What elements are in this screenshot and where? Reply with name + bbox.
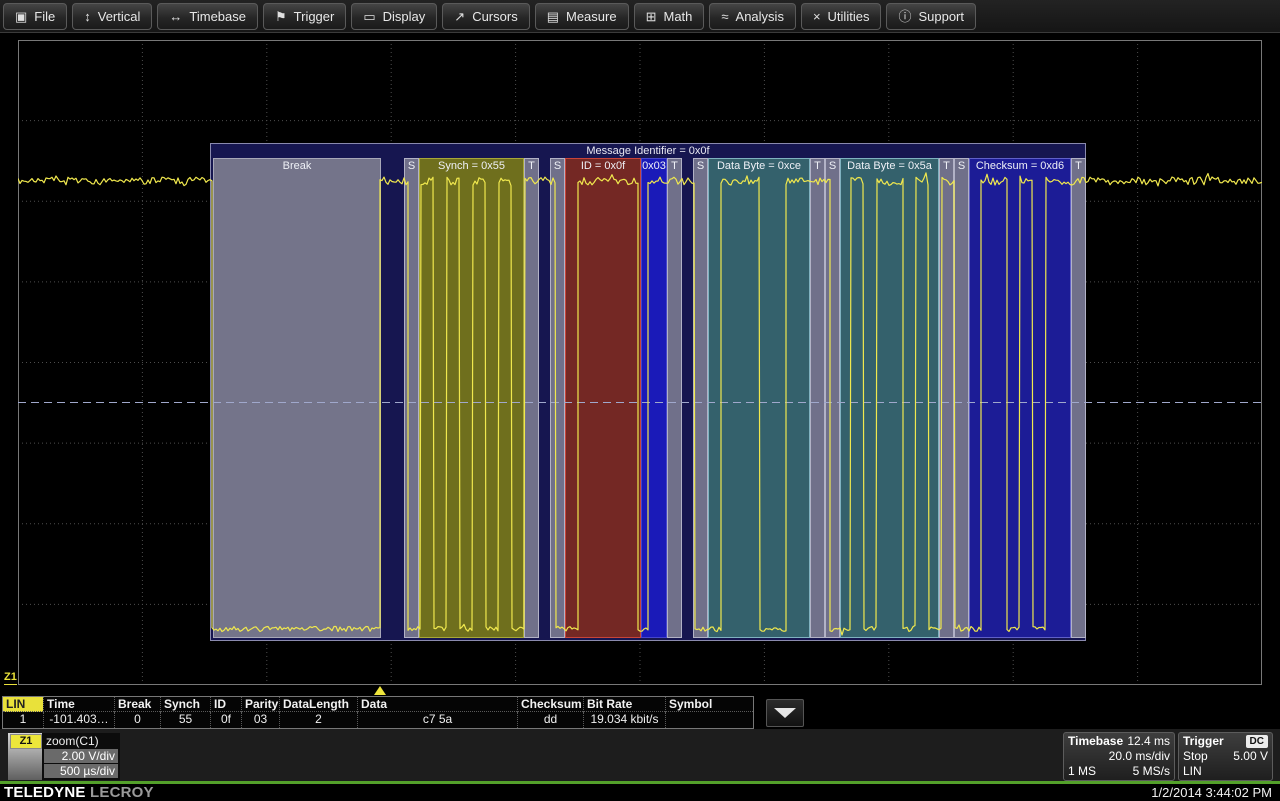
menu-label: Support — [918, 9, 964, 24]
menu-label: Display — [383, 9, 426, 24]
menu-button-measure[interactable]: ▤ Measure — [535, 3, 629, 30]
timebase-scale: 20.0 ms/div — [1109, 749, 1170, 764]
menu-label: Trigger — [294, 9, 335, 24]
menu-button-file[interactable]: ▣ File — [3, 3, 67, 30]
menu-button-timebase[interactable]: ↔ Timebase — [157, 3, 258, 30]
trigger-coupling-badge: DC — [1246, 735, 1268, 748]
chevron-down-icon — [774, 708, 796, 718]
timebase-samples: 1 MS — [1068, 764, 1096, 779]
menu-button-cursors[interactable]: ↗ Cursors — [442, 3, 529, 30]
table-cell-bit-rate[interactable]: 19.034 kbit/s — [583, 712, 665, 728]
footer-bar: TELEDYNE LECROY 1/2/2014 3:44:02 PM — [0, 784, 1280, 800]
z1-trace-label: Z1 — [4, 671, 17, 685]
table-header-break: Break — [114, 697, 160, 712]
menu-label: Cursors — [472, 9, 518, 24]
table-cell-synch[interactable]: 55 — [160, 712, 210, 728]
analysis-icon: ≈ — [721, 10, 728, 23]
table-cell-id[interactable]: 0f — [210, 712, 241, 728]
waveform-plot-area: Message Identifier = 0x0f BreakSSynch = … — [0, 34, 1280, 694]
timebase-title: Timebase — [1068, 734, 1123, 749]
table-cell-parity[interactable]: 03 — [241, 712, 279, 728]
math-icon: ⊞ — [646, 10, 657, 23]
oscilloscope-app: ▣ File ↕ Vertical ↔ Timebase ⚑ Trigger ▭ Display ↗… — [0, 0, 1280, 800]
table-cell-symbol[interactable] — [665, 712, 753, 728]
menu-button-trigger[interactable]: ⚑ Trigger — [263, 3, 346, 30]
menu-label: Math — [663, 9, 692, 24]
trigger-position-marker[interactable] — [374, 686, 386, 695]
table-header-data: Data — [357, 697, 517, 712]
timebase-icon: ↔ — [169, 10, 182, 23]
menu-label: File — [34, 9, 55, 24]
table-header-parity: Parity — [241, 697, 279, 712]
table-header-time: Time — [43, 697, 114, 712]
menu-label: Utilities — [828, 9, 870, 24]
table-header-datalength: DataLength — [279, 697, 357, 712]
menu-button-support[interactable]: ⓘ Support — [886, 3, 976, 30]
utilities-icon: × — [813, 10, 821, 23]
trigger-level: 5.00 V — [1233, 749, 1268, 764]
menu-button-math[interactable]: ⊞ Math — [634, 3, 705, 30]
zoom-source: zoom(C1) — [46, 734, 118, 748]
brand-logo: TELEDYNE LECROY — [4, 784, 154, 801]
menu-bar: ▣ File ↕ Vertical ↔ Timebase ⚑ Trigger ▭ Display ↗… — [0, 0, 1280, 33]
table-expand-button[interactable] — [766, 699, 804, 727]
table-cell-lin[interactable]: 1 — [3, 712, 43, 728]
menu-button-analysis[interactable]: ≈ Analysis — [709, 3, 796, 30]
trigger-descriptor[interactable]: Trigger DC Stop 5.00 V LIN — [1178, 732, 1273, 781]
trigger-title: Trigger — [1183, 734, 1224, 749]
table-header-id: ID — [210, 697, 241, 712]
table-header-symbol: Symbol — [665, 697, 753, 712]
table-header-bit-rate: Bit Rate — [583, 697, 665, 712]
support-icon: ⓘ — [898, 10, 911, 23]
trigger-icon: ⚑ — [275, 10, 287, 23]
menu-label: Timebase — [189, 9, 246, 24]
menu-label: Measure — [566, 9, 617, 24]
table-header-lin: LIN — [3, 697, 43, 712]
table-cell-time[interactable]: -101.403… — [43, 712, 114, 728]
zoom-time-per-div: 500 µs/div — [44, 764, 118, 778]
zoom-trace-descriptor[interactable]: Z1 zoom(C1) 2.00 V/div 500 µs/div — [8, 733, 120, 780]
datetime-display: 1/2/2014 3:44:02 PM — [1151, 785, 1272, 800]
cursors-icon: ↗ — [454, 10, 465, 23]
z1-badge: Z1 — [10, 734, 42, 749]
trigger-mode: Stop — [1183, 749, 1208, 764]
display-icon: ▭ — [363, 10, 375, 23]
table-header-synch: Synch — [160, 697, 210, 712]
waveform-trace — [18, 40, 1262, 685]
zoom-volts-per-div: 2.00 V/div — [44, 749, 118, 763]
table-cell-break[interactable]: 0 — [114, 712, 160, 728]
timebase-sample-rate: 5 MS/s — [1133, 764, 1170, 779]
vertical-icon: ↕ — [84, 10, 91, 23]
lin-decode-table[interactable]: LINTimeBreakSynchIDParityDataLengthDataC… — [2, 696, 754, 729]
menu-label: Vertical — [98, 9, 141, 24]
table-header-checksum: Checksum — [517, 697, 583, 712]
table-cell-checksum[interactable]: dd — [517, 712, 583, 728]
menu-button-vertical[interactable]: ↕ Vertical — [72, 3, 152, 30]
timebase-descriptor[interactable]: Timebase 12.4 ms 20.0 ms/div 1 MS 5 MS/s — [1063, 732, 1175, 781]
timebase-offset: 12.4 ms — [1127, 734, 1170, 749]
trigger-source: LIN — [1183, 764, 1202, 779]
menu-label: Analysis — [736, 9, 784, 24]
measure-icon: ▤ — [547, 10, 559, 23]
table-cell-data[interactable]: c7 5a — [357, 712, 517, 728]
menu-button-utilities[interactable]: × Utilities — [801, 3, 882, 30]
menu-button-display[interactable]: ▭ Display — [351, 3, 437, 30]
table-cell-datalength[interactable]: 2 — [279, 712, 357, 728]
file-icon: ▣ — [15, 10, 27, 23]
